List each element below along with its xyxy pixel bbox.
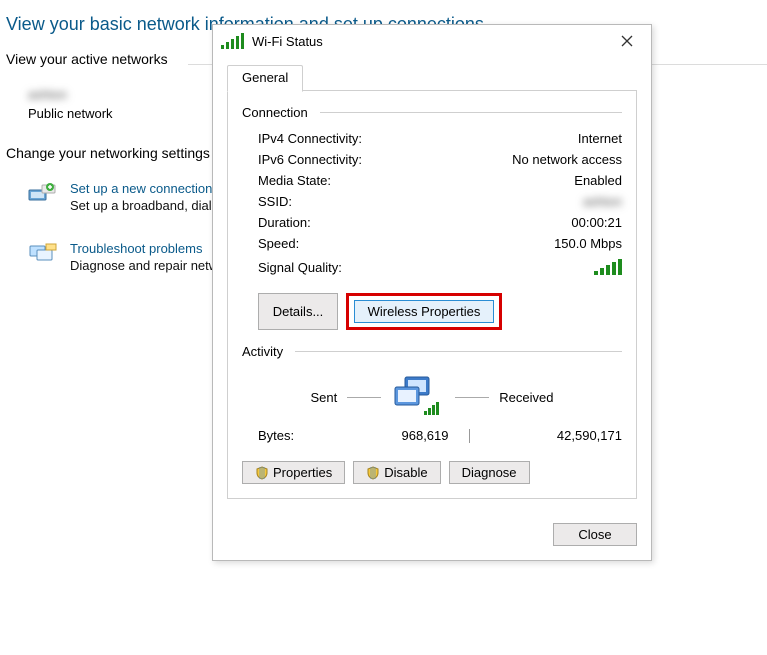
signal-bars-icon [594, 257, 622, 278]
troubleshoot-icon [28, 241, 58, 265]
duration-label: Duration: [258, 215, 311, 230]
setup-connection-icon [28, 181, 58, 205]
ssid-label: SSID: [258, 194, 292, 209]
wifi-status-dialog: Wi-Fi Status General Connection IPv4 Con… [212, 24, 652, 561]
tab-general[interactable]: General [227, 65, 303, 92]
divider [320, 112, 622, 113]
speed-value: 150.0 Mbps [554, 236, 622, 251]
ipv6-label: IPv6 Connectivity: [258, 152, 362, 167]
connection-group-label: Connection [242, 105, 314, 120]
properties-label: Properties [273, 465, 332, 480]
wifi-signal-icon [221, 31, 244, 52]
received-label: Received [499, 390, 553, 405]
sent-label: Sent [311, 390, 338, 405]
ipv4-label: IPv4 Connectivity: [258, 131, 362, 146]
close-button[interactable]: Close [553, 523, 637, 546]
divider [295, 351, 622, 352]
properties-button[interactable]: Properties [242, 461, 345, 484]
disable-label: Disable [384, 465, 427, 480]
duration-value: 00:00:21 [571, 215, 622, 230]
highlight-frame: Wireless Properties [346, 293, 502, 330]
media-state-label: Media State: [258, 173, 331, 188]
media-state-value: Enabled [574, 173, 622, 188]
disable-button[interactable]: Disable [353, 461, 440, 484]
details-button[interactable]: Details... [258, 293, 338, 330]
bytes-sent-value: 968,619 [328, 428, 465, 443]
network-name: ashton [28, 87, 67, 102]
divider [469, 429, 470, 443]
dialog-title: Wi-Fi Status [252, 34, 603, 49]
ssid-value: ashton [583, 194, 622, 209]
activity-group-label: Activity [242, 344, 289, 359]
signal-quality-label: Signal Quality: [258, 260, 342, 275]
computers-icon [391, 375, 445, 420]
dialog-titlebar[interactable]: Wi-Fi Status [213, 25, 651, 57]
shield-icon [255, 466, 269, 480]
divider [455, 397, 489, 398]
ipv4-value: Internet [578, 131, 622, 146]
bytes-label: Bytes: [258, 428, 328, 443]
diagnose-button[interactable]: Diagnose [449, 461, 530, 484]
speed-label: Speed: [258, 236, 299, 251]
shield-icon [366, 466, 380, 480]
wireless-properties-button[interactable]: Wireless Properties [354, 300, 494, 323]
divider [347, 397, 381, 398]
ipv6-value: No network access [512, 152, 622, 167]
active-networks-heading: View your active networks [0, 51, 174, 77]
bytes-received-value: 42,590,171 [486, 428, 623, 443]
close-icon[interactable] [611, 29, 643, 53]
